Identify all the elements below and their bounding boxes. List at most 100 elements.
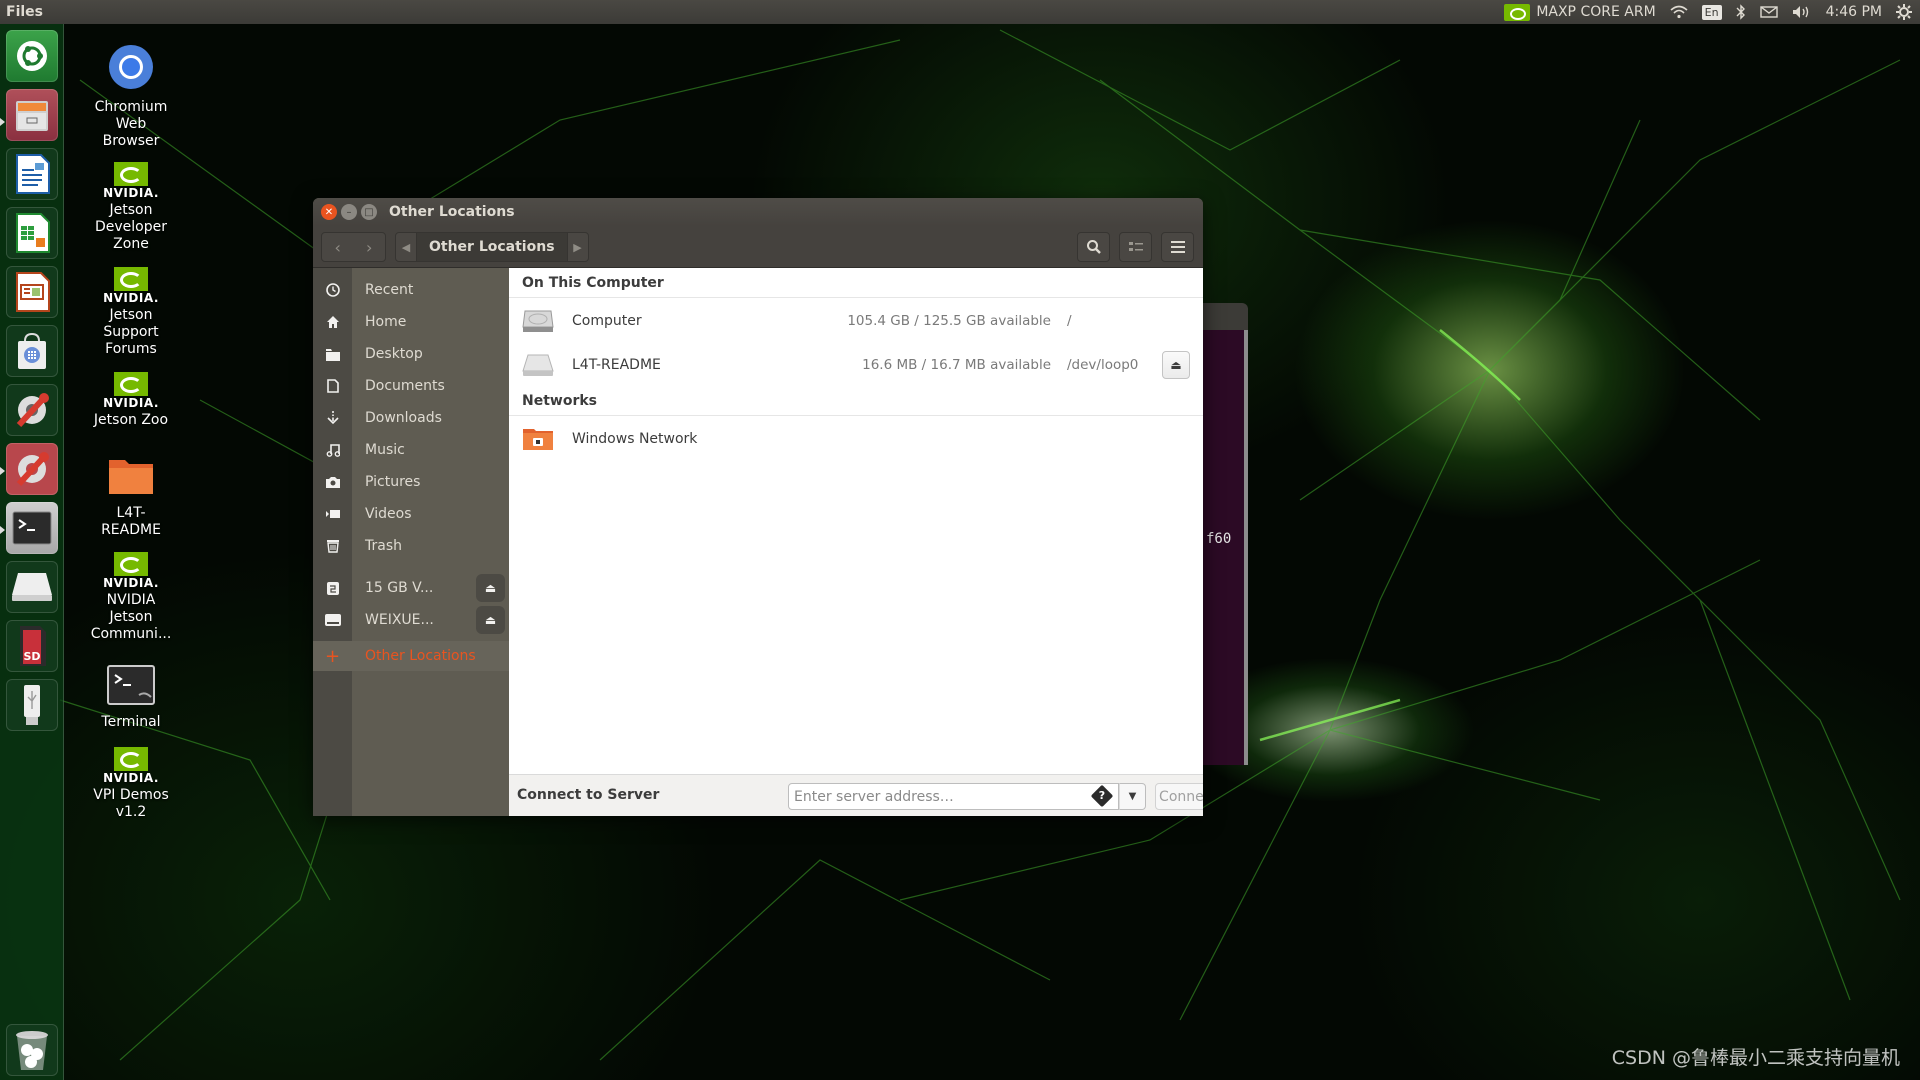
sidebar-item-label: Other Locations <box>365 648 476 664</box>
sidebar-item-documents[interactable]: Documents <box>313 370 509 402</box>
ubuntu-logo-icon <box>17 41 47 71</box>
sidebar-item-home[interactable]: Home <box>313 306 509 338</box>
launcher-item-usb[interactable] <box>6 679 58 731</box>
sidebar-item-desktop[interactable]: Desktop <box>313 338 509 370</box>
desktop-icon-jetson-support-forums[interactable]: NVIDIA. Jetson Support Forums <box>76 267 186 358</box>
places-sidebar: Recent Home Desktop Documents Downloads … <box>313 268 509 816</box>
forward-button[interactable]: › <box>354 233 386 261</box>
power-gear-icon[interactable] <box>1896 4 1912 20</box>
sidebar-item-label: Pictures <box>365 474 421 490</box>
background-terminal-window[interactable]: f60 <box>1200 303 1248 765</box>
headerbar: ‹ › ◀ Other Locations ▶ <box>313 226 1203 268</box>
terminal-body[interactable] <box>1200 330 1248 765</box>
hamburger-menu-icon <box>1170 241 1185 253</box>
close-icon: ✕ <box>324 206 334 218</box>
plus-icon: + <box>313 641 352 671</box>
desktop-icon-chromium[interactable]: Chromium Web Browser <box>76 44 186 150</box>
launcher-item-drive[interactable] <box>6 561 58 613</box>
path-scroll-left-button[interactable]: ◀ <box>396 233 416 261</box>
path-segment-current[interactable]: Other Locations <box>416 233 568 261</box>
terminal-scrollbar[interactable] <box>1244 330 1248 765</box>
sidebar-item-pictures[interactable]: Pictures <box>313 466 509 498</box>
desktop-icon-nvidia-jetson-community[interactable]: NVIDIA. NVIDIA Jetson Communi... <box>76 552 186 643</box>
launcher-item-impress[interactable] <box>6 266 58 318</box>
server-address-input[interactable] <box>788 783 1119 810</box>
view-toggle-button[interactable] <box>1119 232 1152 262</box>
launcher-item-files[interactable] <box>6 89 58 141</box>
settings-wrench-icon <box>16 393 49 428</box>
location-row-windows-network[interactable]: Windows Network <box>509 417 1203 461</box>
eject-button[interactable]: ⏏ <box>476 606 505 634</box>
volume-icon[interactable] <box>1792 5 1812 19</box>
desktop-icon-label: Jetson Support Forums <box>103 307 159 357</box>
eject-button[interactable]: ⏏ <box>476 574 505 602</box>
writer-document-icon <box>16 154 50 194</box>
navigation-buttons: ‹ › <box>321 232 386 262</box>
download-icon <box>313 411 352 425</box>
sidebar-item-other-locations[interactable]: + Other Locations <box>313 641 509 671</box>
sidebar-item-recent[interactable]: Recent <box>313 274 509 306</box>
sidebar-item-downloads[interactable]: Downloads <box>313 402 509 434</box>
path-scroll-right-button[interactable]: ▶ <box>568 233 588 261</box>
location-row-l4t-readme[interactable]: L4T-README 16.6 MB / 16.7 MB available /… <box>509 343 1203 387</box>
keyboard-layout-indicator[interactable]: En <box>1701 4 1722 20</box>
location-usage: 105.4 GB / 125.5 GB available <box>847 313 1051 329</box>
recent-servers-dropdown[interactable]: ▼ <box>1119 783 1146 810</box>
launcher-dock: SD <box>0 24 64 1080</box>
search-button[interactable] <box>1077 232 1110 262</box>
triangle-left-icon: ◀ <box>401 240 411 254</box>
desktop-icon-label: Terminal <box>101 714 161 730</box>
back-button[interactable]: ‹ <box>322 233 354 261</box>
launcher-item-sd-card[interactable]: SD <box>6 620 58 672</box>
launcher-item-terminal[interactable] <box>6 502 58 554</box>
launcher-item-settings-2[interactable] <box>6 443 58 495</box>
launcher-item-software[interactable] <box>6 325 58 377</box>
settings-wrench-red-icon <box>16 452 49 487</box>
terminal-titlebar[interactable] <box>1200 303 1248 330</box>
close-button[interactable]: ✕ <box>321 204 337 220</box>
sidebar-item-device-weixue[interactable]: WEIXUE... ⏏ <box>313 604 509 636</box>
desktop-icon-label: Jetson Zoo <box>93 412 169 428</box>
minimize-button[interactable]: – <box>341 204 357 220</box>
sidebar-item-label: Recent <box>365 282 414 298</box>
sidebar-item-videos[interactable]: Videos <box>313 498 509 530</box>
sidebar-item-music[interactable]: Music <box>313 434 509 466</box>
location-row-computer[interactable]: Computer 105.4 GB / 125.5 GB available / <box>509 299 1203 343</box>
launcher-item-trash[interactable] <box>6 1024 58 1076</box>
device-indicator[interactable]: MAXP CORE ARM <box>1504 3 1656 21</box>
connect-button[interactable]: Connect <box>1155 783 1203 810</box>
mail-icon[interactable] <box>1759 6 1778 18</box>
system-tray: MAXP CORE ARM En 4:46 PM <box>1504 0 1920 24</box>
help-icon[interactable]: ? <box>1090 784 1114 808</box>
wifi-icon[interactable] <box>1670 5 1688 19</box>
chevron-down-icon: ▼ <box>1128 791 1137 802</box>
svg-text:SD: SD <box>23 650 40 663</box>
desktop-icon-jetson-developer-zone[interactable]: NVIDIA. Jetson Developer Zone <box>76 162 186 253</box>
desktop-icon-label: Chromium Web Browser <box>94 99 168 149</box>
sidebar-item-trash[interactable]: Trash <box>313 530 509 562</box>
window-titlebar[interactable]: ✕ – □ Other Locations <box>313 198 1203 226</box>
location-usage: 16.6 MB / 16.7 MB available <box>862 357 1051 373</box>
launcher-item-writer[interactable] <box>6 148 58 200</box>
launcher-item-dash[interactable] <box>6 30 58 82</box>
connect-to-server-bar: Connect to Server ? ▼ Connect <box>509 774 1203 816</box>
menu-button[interactable] <box>1161 232 1194 262</box>
desktop-icon-l4t-readme[interactable]: L4T- README <box>76 456 186 539</box>
clock[interactable]: 4:46 PM <box>1826 4 1882 20</box>
active-app-name[interactable]: Files <box>6 4 43 20</box>
nvidia-icon: NVIDIA. <box>99 372 163 410</box>
file-cabinet-icon <box>16 101 48 131</box>
launcher-item-settings[interactable] <box>6 384 58 436</box>
eject-button[interactable]: ⏏ <box>1162 351 1190 379</box>
usb-icon <box>24 685 40 725</box>
maximize-button[interactable]: □ <box>361 204 377 220</box>
launcher-item-calc[interactable] <box>6 207 58 259</box>
sidebar-item-label: Desktop <box>365 346 423 362</box>
desktop-icon-vpi-demos[interactable]: NVIDIA. VPI Demos v1.2 <box>76 747 186 821</box>
desktop-icon-jetson-zoo[interactable]: NVIDIA. Jetson Zoo <box>76 372 186 429</box>
folder-icon <box>109 460 153 494</box>
bluetooth-icon[interactable] <box>1736 4 1746 20</box>
sidebar-item-device-15gb[interactable]: 15 GB V... ⏏ <box>313 572 509 604</box>
desktop-icon-terminal[interactable]: Terminal <box>76 665 186 731</box>
camera-icon <box>313 476 352 488</box>
